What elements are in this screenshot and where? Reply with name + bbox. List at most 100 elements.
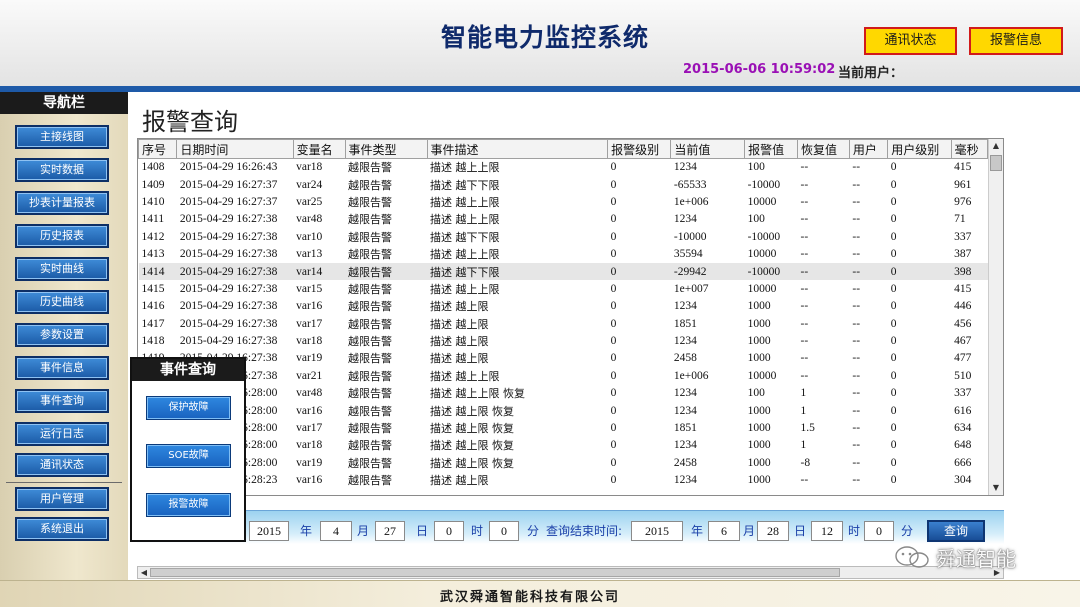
table-row[interactable]: 14212015-04-29 16:28:00var48越限告警描述 越上上限 … bbox=[139, 385, 988, 402]
column-header[interactable]: 日期时间 bbox=[176, 139, 294, 159]
table-cell: -- bbox=[852, 300, 861, 313]
alarm-info-button[interactable]: 报警信息 bbox=[969, 27, 1063, 55]
table-cell: 398 bbox=[951, 262, 988, 281]
table-row[interactable]: 1414 2015-04-29 16:27:38 var14 越限告警 描述 越下下限 0… bbox=[138, 262, 988, 281]
nav-history-report-button[interactable]: 历史报表 bbox=[15, 224, 109, 248]
table-cell: 描述 越上限 bbox=[430, 317, 489, 331]
table-cell: 1234 bbox=[673, 300, 697, 313]
column-header[interactable]: 报警值 bbox=[744, 139, 798, 159]
watermark-text: 舜通智能 bbox=[936, 547, 1016, 571]
table-row[interactable]: 14222015-04-29 16:28:00var16越限告警描述 越上限 恢… bbox=[139, 402, 988, 419]
end-day-label: 日 bbox=[794, 524, 807, 538]
table-row[interactable]: 1411 2015-04-29 16:27:38 var48 越限告警 描述 越上上限 0… bbox=[139, 211, 988, 228]
nav-realtime-data-button[interactable]: 实时数据 bbox=[15, 158, 109, 182]
nav-meter-report-button[interactable]: 抄表计量报表 bbox=[15, 191, 109, 215]
query-button[interactable]: 查询 bbox=[927, 520, 985, 542]
table-cell: 2015-04-29 16:26:43 bbox=[179, 161, 278, 174]
nav-comm-status-button[interactable]: 通讯状态 bbox=[15, 453, 109, 477]
table-cell: 446 bbox=[954, 300, 972, 313]
table-row[interactable]: 1417 2015-04-29 16:27:38 var17 越限告警 描述 越上限 0 1… bbox=[139, 315, 988, 332]
nav-system-exit-button[interactable]: 系统退出 bbox=[15, 517, 109, 541]
start-day-input[interactable]: 27 bbox=[375, 521, 405, 541]
table-row[interactable]: 1410 2015-04-29 16:27:37 var25 越限告警 描述 越上上限 0… bbox=[139, 193, 988, 210]
app-window: 智能电力监控系统 通讯状态 报警信息 2015-06-06 10:59:02 当… bbox=[0, 0, 1080, 607]
column-header[interactable]: 当前值 bbox=[670, 139, 746, 159]
table-row[interactable]: 1416 2015-04-29 16:27:38 var16 越限告警 描述 越上限 0 1… bbox=[139, 298, 988, 315]
table-cell: 越限告警 bbox=[348, 248, 393, 262]
column-header[interactable]: 事件类型 bbox=[344, 139, 428, 159]
scroll-up-icon[interactable]: ▲ bbox=[989, 139, 1003, 153]
end-day-input[interactable]: 28 bbox=[757, 521, 789, 541]
table-cell: var24 bbox=[296, 178, 323, 191]
table-row[interactable]: 1415 2015-04-29 16:27:38 var15 越限告警 描述 越上上限 0… bbox=[139, 280, 988, 297]
table-cell: -- bbox=[800, 282, 809, 295]
table-row[interactable]: 1412 2015-04-29 16:27:38 var10 越限告警 描述 越下下限 0… bbox=[139, 228, 988, 245]
table-cell: 0 bbox=[890, 387, 897, 400]
table-row[interactable]: 14232015-04-29 16:28:00var17越限告警描述 越上限 恢… bbox=[139, 419, 988, 436]
alarm-fault-button[interactable]: 报警故障 bbox=[146, 493, 231, 517]
table-row[interactable]: 14202015-04-29 16:27:38var21越限告警描述 越上上限0… bbox=[139, 367, 988, 384]
vertical-scroll-thumb[interactable] bbox=[990, 155, 1002, 171]
table-cell: 描述 越上限 恢复 bbox=[430, 456, 514, 470]
start-hour-input[interactable]: 0 bbox=[434, 521, 464, 541]
table-cell: 387 bbox=[954, 248, 972, 261]
horizontal-scrollbar[interactable]: ◀ ▶ bbox=[137, 566, 1004, 579]
protection-fault-button[interactable]: 保护故障 bbox=[146, 396, 231, 420]
table-cell: 描述 越上限 bbox=[430, 474, 489, 488]
soe-fault-button[interactable]: SOE故障 bbox=[146, 444, 231, 468]
table-row[interactable]: 1418 2015-04-29 16:27:38 var18 越限告警 描述 越上限 0 1… bbox=[139, 332, 988, 349]
column-header[interactable]: 报警级别 bbox=[607, 139, 672, 159]
horizontal-scroll-thumb[interactable] bbox=[150, 568, 840, 577]
end-minute-input[interactable]: 0 bbox=[864, 521, 894, 541]
nav-run-log-button[interactable]: 运行日志 bbox=[15, 422, 109, 446]
comm-status-button[interactable]: 通讯状态 bbox=[864, 27, 957, 55]
table-row[interactable]: 14262015-04-29 16:28:23var16越限告警描述 越上限01… bbox=[139, 472, 988, 489]
table-row[interactable]: 1409 2015-04-29 16:27:37 var24 越限告警 描述 越下下限 0… bbox=[139, 176, 988, 193]
table-row[interactable]: 14252015-04-29 16:28:00var19越限告警描述 越上限 恢… bbox=[139, 454, 988, 471]
table-cell: 描述 越上限 恢复 bbox=[430, 439, 514, 453]
end-month-input[interactable]: 6 bbox=[708, 521, 740, 541]
column-header[interactable]: 毫秒 bbox=[950, 139, 989, 159]
vertical-scrollbar[interactable]: ▲ ▼ bbox=[988, 139, 1003, 495]
nav-event-info-button[interactable]: 事件信息 bbox=[15, 356, 109, 380]
end-hour-input[interactable]: 12 bbox=[811, 521, 843, 541]
column-header[interactable]: 变量名 bbox=[292, 139, 346, 159]
table-row[interactable]: 14242015-04-29 16:28:00var18越限告警描述 越上限 恢… bbox=[139, 437, 988, 454]
column-header[interactable]: 序号 bbox=[137, 139, 178, 159]
table-cell: -- bbox=[800, 213, 809, 226]
start-minute-input[interactable]: 0 bbox=[489, 521, 519, 541]
table-cell: 描述 越上上限 bbox=[430, 213, 500, 227]
table-cell: 337 bbox=[954, 230, 972, 243]
table-cell: var15 bbox=[296, 282, 323, 295]
table-row[interactable]: 1413 2015-04-29 16:27:38 var13 越限告警 描述 越上上限 0… bbox=[139, 245, 988, 262]
scroll-left-icon[interactable]: ◀ bbox=[138, 566, 150, 579]
column-header[interactable]: 用户 bbox=[848, 139, 889, 159]
table-row[interactable]: 14192015-04-29 16:27:38var19越限告警描述 越上限02… bbox=[139, 350, 988, 367]
end-year-input[interactable]: 2015 bbox=[631, 521, 683, 541]
table-cell: var25 bbox=[296, 195, 323, 208]
table-cell: var48 bbox=[296, 387, 323, 400]
table-cell: 描述 越下下限 bbox=[427, 262, 608, 281]
nav-history-curve-button[interactable]: 历史曲线 bbox=[15, 290, 109, 314]
start-month-input[interactable]: 4 bbox=[320, 521, 352, 541]
column-header[interactable]: 事件描述 bbox=[426, 139, 609, 159]
table-cell: 961 bbox=[954, 178, 972, 191]
nav-user-management-button[interactable]: 用户管理 bbox=[15, 487, 109, 511]
table-cell: 456 bbox=[954, 317, 972, 330]
start-year-input[interactable]: 2015 bbox=[249, 521, 289, 541]
column-header[interactable]: 恢复值 bbox=[797, 139, 850, 159]
nav-main-diagram-button[interactable]: 主接线图 bbox=[15, 125, 109, 149]
table-cell: 2015-04-29 16:27:37 bbox=[179, 195, 278, 208]
nav-parameter-settings-button[interactable]: 参数设置 bbox=[15, 323, 109, 347]
nav-realtime-curve-button[interactable]: 实时曲线 bbox=[15, 257, 109, 281]
nav-event-query-button[interactable]: 事件查询 bbox=[15, 389, 109, 413]
table-cell: 1418 bbox=[141, 335, 165, 348]
scroll-down-icon[interactable]: ▼ bbox=[989, 481, 1003, 495]
table-cell: -- bbox=[852, 195, 861, 208]
table-row[interactable]: 1408 2015-04-29 16:26:43 var18 越限告警 描述 越上上限 0… bbox=[139, 159, 988, 176]
column-header[interactable]: 用户级别 bbox=[887, 139, 952, 159]
table-cell: 616 bbox=[954, 404, 972, 417]
table-cell: -- bbox=[800, 300, 809, 313]
table-cell: 2015-04-29 16:27:38 bbox=[179, 317, 278, 330]
table-cell: 描述 越上上限 bbox=[430, 282, 500, 296]
